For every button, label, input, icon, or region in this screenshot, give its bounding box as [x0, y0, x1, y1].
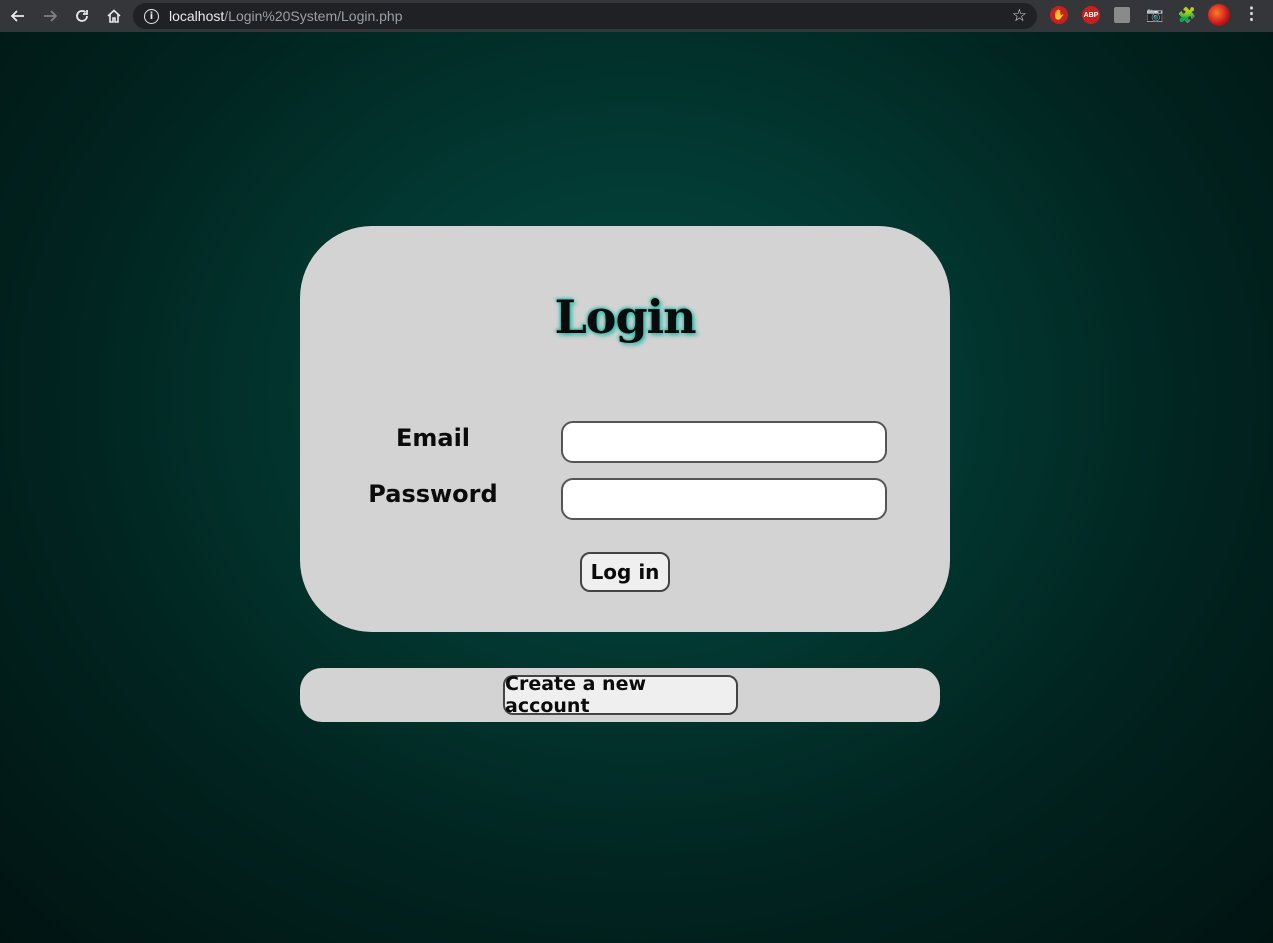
url-host: localhost [169, 8, 225, 24]
forward-button[interactable] [38, 4, 62, 28]
star-icon[interactable]: ☆ [1012, 6, 1027, 26]
login-button[interactable]: Log in [580, 552, 670, 592]
extension-icon[interactable] [1114, 7, 1130, 23]
more-vert-icon[interactable]: ⋮ [1243, 4, 1260, 24]
arrow-left-icon [10, 10, 24, 22]
url-path: /Login%20System/Login.php [224, 8, 403, 24]
arrow-right-icon [44, 10, 58, 22]
camera-icon[interactable]: 📷 [1146, 6, 1164, 24]
home-icon [107, 9, 121, 23]
password-label: Password [368, 480, 498, 508]
password-field[interactable] [561, 478, 887, 520]
login-title: Login [554, 290, 696, 344]
puzzle-icon[interactable]: 🧩 [1178, 6, 1197, 24]
back-button[interactable] [6, 4, 30, 28]
stop-icon[interactable]: ✋ [1050, 6, 1068, 24]
profile-avatar-icon[interactable] [1208, 4, 1230, 26]
browser-toolbar: i localhost/Login%20System/Login.php ☆ ✋… [0, 0, 1273, 32]
reload-button[interactable] [70, 4, 94, 28]
info-icon[interactable]: i [144, 8, 159, 24]
login-card: Login Email Password Log in [300, 226, 950, 632]
page-background: Login Email Password Log in Create a new… [0, 32, 1273, 943]
abp-label: ABP [1083, 11, 1099, 19]
reload-icon [76, 10, 88, 22]
home-button[interactable] [102, 4, 126, 28]
url-text[interactable]: localhost/Login%20System/Login.php [169, 8, 403, 24]
create-account-button[interactable]: Create a new account [503, 673, 738, 717]
adblock-icon[interactable]: ABP [1082, 6, 1100, 24]
email-label: Email [395, 424, 471, 452]
create-account-card: Create a new account [300, 668, 940, 722]
email-field[interactable] [561, 421, 887, 463]
address-bar[interactable]: i localhost/Login%20System/Login.php ☆ [133, 3, 1037, 29]
